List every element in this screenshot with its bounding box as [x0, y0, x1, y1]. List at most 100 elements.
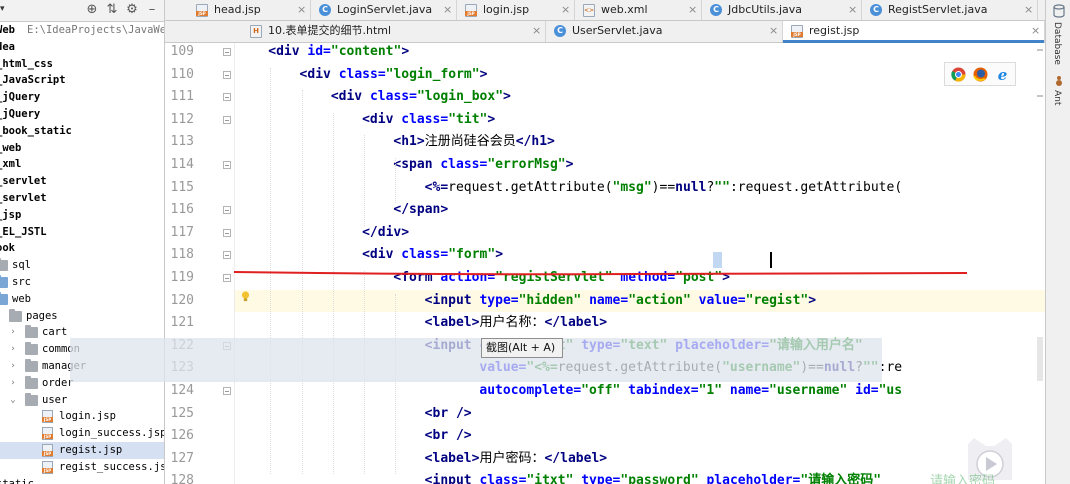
project-view-dropdown-icon[interactable]: ▾	[0, 4, 5, 14]
editor-tab[interactable]: 10.表单提交的细节.html ×	[242, 21, 546, 42]
code-line[interactable]: <h1>注册尚硅谷会员</h1>	[235, 131, 1045, 154]
fold-marker-icon[interactable]	[223, 161, 231, 169]
tree-item[interactable]: regist_success.js	[0, 459, 164, 476]
code-line-text: <input class="itxt" type="password" plac…	[425, 470, 881, 484]
code-line[interactable]: <div class="tit">	[235, 109, 1045, 132]
tree-item[interactable]: _EL_JSTL	[0, 224, 164, 241]
editor-tab[interactable]: JdbcUtils.java ×	[702, 0, 862, 20]
hide-panel-icon[interactable]: –	[144, 2, 160, 18]
tree-item[interactable]: regist.jsp	[0, 441, 164, 459]
tree-item[interactable]: pages	[0, 308, 164, 325]
code-line-text: <div class="login_box">	[331, 86, 511, 109]
tree-item[interactable]: web	[0, 291, 164, 308]
tree-item[interactable]: login_success.jsp	[0, 425, 164, 442]
indent-guide	[301, 90, 303, 475]
tree-item[interactable]: _servlet	[0, 190, 164, 207]
code-line[interactable]: <label>用户密码：</label>	[235, 448, 1045, 471]
project-root[interactable]: Web E:\IdeaProjects\JavaWe	[0, 22, 164, 39]
close-icon[interactable]: ×	[1031, 21, 1040, 41]
close-icon[interactable]: ×	[1024, 0, 1033, 20]
code-line[interactable]: </div>	[235, 222, 1045, 245]
tree-item[interactable]: sql	[0, 257, 164, 274]
code-line[interactable]: <div class="login_form">	[235, 64, 1045, 87]
editor-tab[interactable]: LoginServlet.java ×	[311, 0, 457, 20]
line-number: 114	[170, 157, 194, 172]
fold-marker-icon[interactable]	[223, 228, 231, 237]
tree-item[interactable]: _book_static	[0, 123, 164, 140]
firefox-icon[interactable]	[973, 67, 988, 82]
tree-item[interactable]: _html_css	[0, 56, 164, 73]
close-icon[interactable]: ×	[443, 0, 452, 20]
tree-item[interactable]: src	[0, 274, 164, 291]
tree-item[interactable]: dea	[0, 39, 164, 56]
code-line[interactable]: <%=request.getAttribute("msg")==null?"":…	[235, 177, 1045, 200]
close-icon[interactable]: ×	[848, 0, 857, 20]
collapse-all-icon[interactable]: ⇅	[104, 2, 120, 18]
database-icon[interactable]	[1052, 4, 1066, 18]
tree-item[interactable]: ⌄ user	[0, 392, 164, 409]
error-stripe[interactable]	[1036, 43, 1044, 484]
close-icon[interactable]: ×	[532, 21, 541, 41]
editor-tab[interactable]: RegistServlet.java ×	[862, 0, 1038, 20]
chevron-down-icon[interactable]: ⌄	[8, 392, 18, 409]
tree-item[interactable]: ook	[0, 240, 164, 257]
close-icon[interactable]: ×	[769, 21, 778, 41]
lightbulb-icon[interactable]	[241, 291, 250, 302]
ant-icon[interactable]	[1052, 74, 1066, 88]
code-token: id=	[307, 44, 331, 59]
code-line[interactable]: <div id="content">	[235, 43, 1045, 64]
tree-item[interactable]: _servlet	[0, 173, 164, 190]
database-panel-label[interactable]: Database	[1052, 22, 1062, 65]
code-token: 用户名称：	[479, 315, 545, 331]
fold-marker-icon[interactable]	[223, 93, 231, 102]
close-icon[interactable]: ×	[561, 0, 570, 20]
fold-marker-icon[interactable]	[223, 251, 231, 260]
code-line[interactable]: <br />	[235, 425, 1045, 448]
chevron-right-icon[interactable]: ›	[8, 358, 18, 375]
code-line[interactable]: <label>用户名称：</label>	[235, 312, 1045, 335]
code-line[interactable]: <div class="form">	[235, 244, 1045, 267]
fold-marker-icon[interactable]	[223, 206, 231, 215]
tree-item[interactable]: _JavaScript	[0, 72, 164, 89]
ie-icon[interactable]: e	[995, 67, 1010, 82]
close-icon[interactable]: ×	[688, 0, 697, 20]
gear-icon[interactable]: ⚙	[124, 2, 140, 18]
chrome-icon[interactable]	[951, 67, 966, 82]
fold-marker-icon[interactable]	[223, 70, 231, 79]
editor-tab[interactable]: head.jsp ×	[188, 0, 311, 20]
editor-tab[interactable]: login.jsp ×	[457, 0, 575, 20]
tree-item[interactable]: _jQuery	[0, 106, 164, 123]
ant-panel-label[interactable]: Ant	[1052, 90, 1062, 105]
chevron-right-icon[interactable]: ›	[8, 341, 18, 358]
editor-tabs-row-2: 10.表单提交的细节.html×UserServlet.java×regist.…	[165, 21, 1045, 43]
tree-item[interactable]: _web	[0, 140, 164, 157]
close-icon[interactable]: ×	[297, 0, 306, 20]
code-line[interactable]: autocomplete="off" tabindex="1" name="us…	[235, 380, 1045, 403]
code-token: <div	[299, 66, 339, 82]
code-line[interactable]: <input type="hidden" name="action" value…	[235, 289, 1045, 313]
code-line[interactable]: <span class="errorMsg">	[235, 154, 1045, 177]
tree-item[interactable]: _jsp	[0, 207, 164, 224]
fold-marker-icon[interactable]	[223, 274, 231, 282]
editor-tab[interactable]: web.xml ×	[575, 0, 702, 20]
code-line[interactable]: <br />	[235, 403, 1045, 426]
chevron-right-icon[interactable]: ›	[8, 324, 18, 341]
code-area[interactable]: <div id="content"> <div class="login_form…	[235, 43, 1045, 484]
tree-item-label: static	[0, 477, 34, 484]
locate-target-icon[interactable]: ⊕	[84, 2, 100, 18]
tree-item[interactable]: _jQuery	[0, 89, 164, 106]
editor-tab[interactable]: regist.jsp ×	[783, 21, 1045, 43]
code-line[interactable]: <div class="login_box">	[235, 86, 1045, 109]
editor-tab[interactable]: UserServlet.java ×	[546, 21, 783, 42]
code-line[interactable]: <input class="itxt" type="password" plac…	[235, 470, 1045, 484]
tree-item[interactable]: static	[0, 476, 164, 484]
code-token: "itxt"	[526, 473, 582, 484]
fold-marker-icon[interactable]	[223, 48, 231, 56]
code-line[interactable]: </span>	[235, 199, 1045, 222]
fold-marker-icon[interactable]	[223, 115, 231, 124]
tree-item[interactable]: login.jsp	[0, 408, 164, 425]
code-editor[interactable]: 109 110 111 112 113 114 115 116 117 118 119 120 121 1…	[165, 43, 1045, 484]
fold-marker-icon[interactable]	[223, 387, 231, 395]
chevron-right-icon[interactable]: ›	[8, 375, 18, 392]
tree-item[interactable]: _xml	[0, 156, 164, 173]
